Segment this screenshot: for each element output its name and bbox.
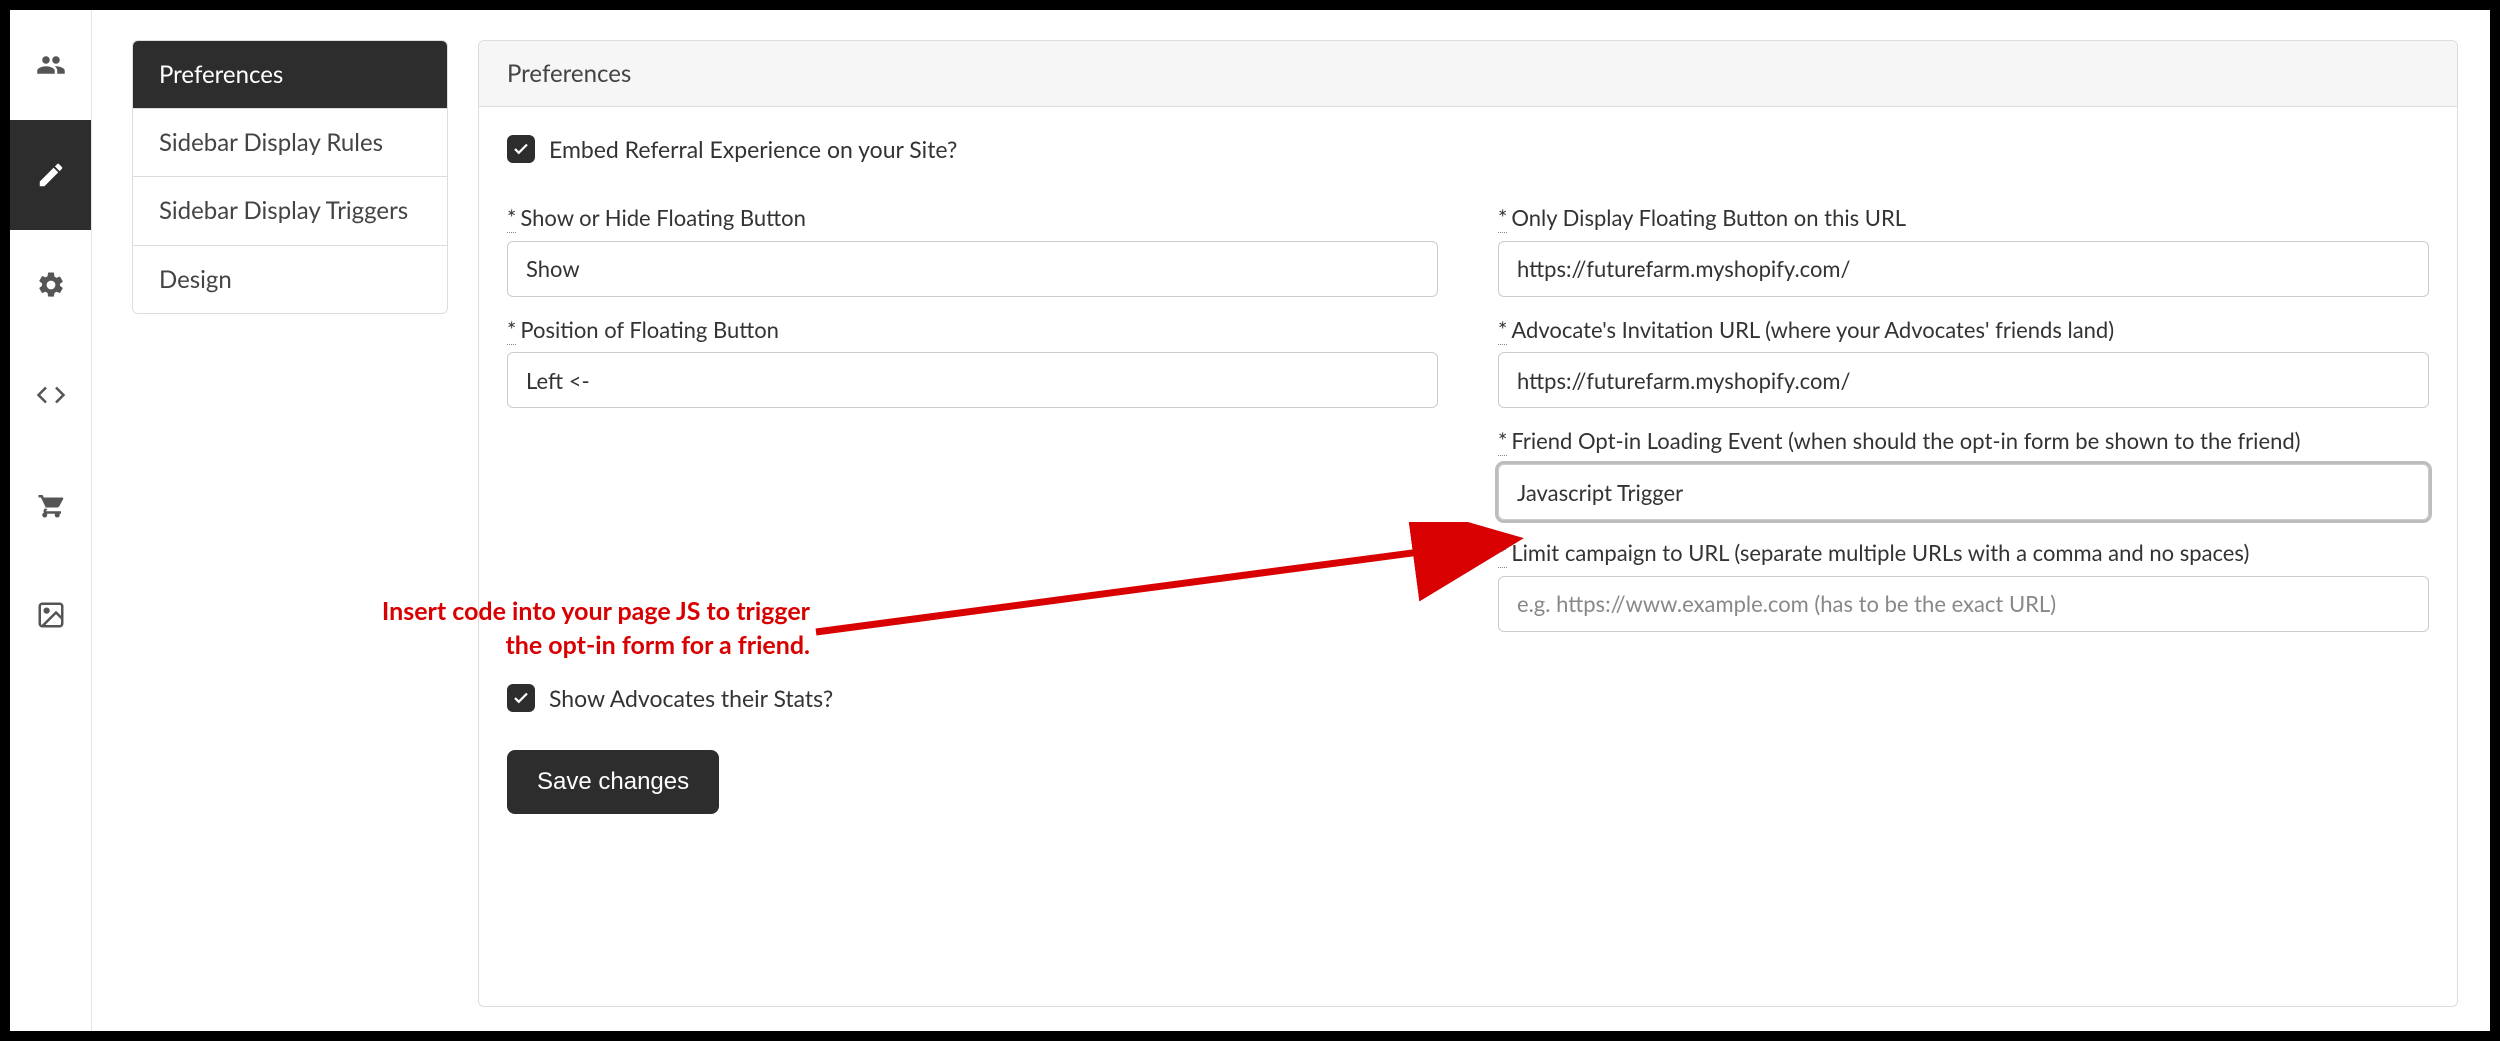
cart-icon — [36, 490, 66, 520]
code-icon — [36, 380, 66, 410]
edit-icon — [36, 160, 66, 190]
embed-checkbox[interactable] — [507, 135, 535, 163]
display-url-label: *Only Display Floating Button on this UR… — [1498, 203, 2429, 233]
rail-edit[interactable] — [10, 120, 91, 230]
nav-item-display-triggers[interactable]: Sidebar Display Triggers — [133, 176, 447, 244]
show-hide-select[interactable]: Show — [507, 241, 1438, 297]
invitation-url-input[interactable]: https://futurefarm.myshopify.com/ — [1498, 352, 2429, 408]
nav-item-design[interactable]: Design — [133, 245, 447, 313]
check-icon — [512, 689, 530, 707]
preferences-panel: Preferences Embed Referral Experience on… — [478, 40, 2458, 1007]
display-url-input[interactable]: https://futurefarm.myshopify.com/ — [1498, 241, 2429, 297]
stats-checkbox[interactable] — [507, 684, 535, 712]
loading-event-label: *Friend Opt-in Loading Event (when shoul… — [1498, 426, 2429, 456]
limit-url-label: *Limit campaign to URL (separate multipl… — [1498, 538, 2429, 568]
image-icon — [36, 600, 66, 630]
left-column: *Show or Hide Floating Button Show *Posi… — [507, 185, 1438, 632]
panel-title: Preferences — [479, 41, 2457, 107]
side-nav: Preferences Sidebar Display Rules Sideba… — [92, 10, 462, 1031]
position-label: *Position of Floating Button — [507, 315, 1438, 345]
position-select[interactable]: Left <- — [507, 352, 1438, 408]
rail-media[interactable] — [10, 560, 91, 670]
loading-event-select[interactable]: Javascript Trigger — [1498, 464, 2429, 520]
invitation-url-label: *Advocate's Invitation URL (where your A… — [1498, 315, 2429, 345]
rail-code[interactable] — [10, 340, 91, 450]
check-icon — [512, 140, 530, 158]
show-hide-label: *Show or Hide Floating Button — [507, 203, 1438, 233]
save-button[interactable]: Save changes — [507, 750, 719, 814]
embed-label: Embed Referral Experience on your Site? — [549, 135, 957, 163]
cogs-icon — [36, 270, 66, 300]
embed-checkbox-row: Embed Referral Experience on your Site? — [507, 135, 2429, 163]
nav-list: Preferences Sidebar Display Rules Sideba… — [132, 40, 448, 314]
rail-users[interactable] — [10, 10, 91, 120]
rail-cart[interactable] — [10, 450, 91, 560]
icon-rail — [10, 10, 92, 1031]
nav-item-preferences[interactable]: Preferences — [133, 41, 447, 108]
users-icon — [36, 50, 66, 80]
right-column: *Only Display Floating Button on this UR… — [1498, 185, 2429, 632]
main-content: Preferences Embed Referral Experience on… — [462, 10, 2490, 1031]
rail-settings[interactable] — [10, 230, 91, 340]
stats-label: Show Advocates their Stats? — [549, 684, 833, 712]
nav-item-display-rules[interactable]: Sidebar Display Rules — [133, 108, 447, 176]
limit-url-input[interactable]: e.g. https://www.example.com (has to be … — [1498, 576, 2429, 632]
stats-checkbox-row: Show Advocates their Stats? — [507, 684, 2429, 712]
